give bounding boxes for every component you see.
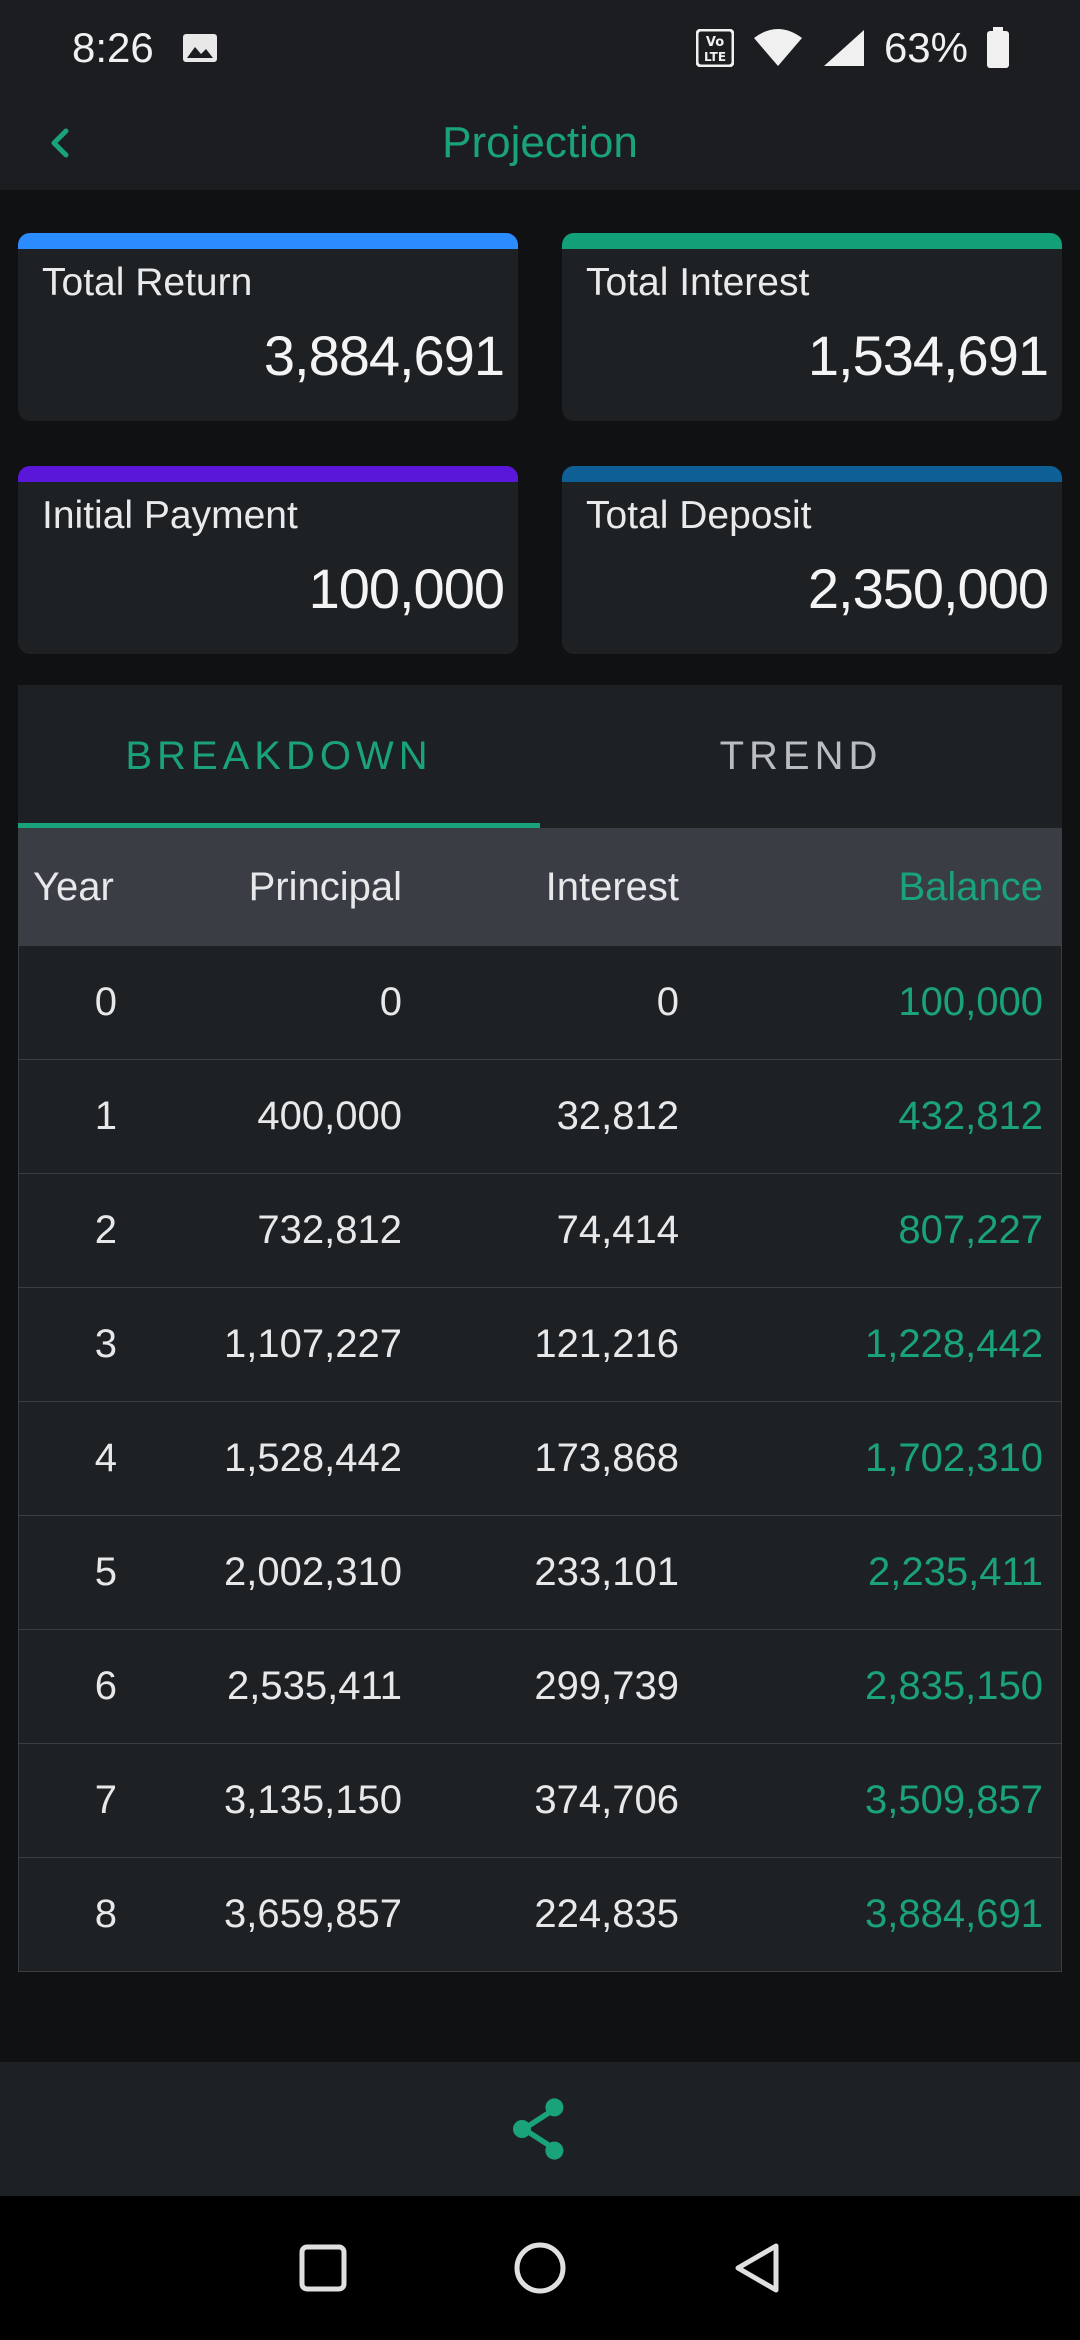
card-initial-payment: Initial Payment 100,000 <box>18 466 518 654</box>
chevron-left-icon <box>51 128 69 158</box>
status-time: 8:26 <box>72 23 154 71</box>
tab-trend[interactable]: TREND <box>540 685 1062 828</box>
tab-breakdown[interactable]: BREAKDOWN <box>18 685 540 828</box>
table-row: 6 2,535,411 299,739 2,835,150 <box>19 1629 1061 1743</box>
cell-interest: 173,868 <box>534 1436 679 1480</box>
cell-year: 2 <box>94 1208 117 1252</box>
svg-text:LTE: LTE <box>704 50 726 64</box>
tab-label: BREAKDOWN <box>125 734 433 778</box>
back-button[interactable] <box>30 113 90 173</box>
battery-icon <box>986 26 1010 69</box>
cell-interest: 32,812 <box>556 1094 679 1138</box>
cell-balance: 2,835,150 <box>865 1664 1043 1708</box>
table-row: 7 3,135,150 374,706 3,509,857 <box>19 1743 1061 1857</box>
cell-interest: 299,739 <box>534 1664 679 1708</box>
cell-balance: 807,227 <box>898 1208 1043 1252</box>
signal-icon <box>822 28 866 68</box>
cell-year: 4 <box>94 1436 117 1480</box>
circle-icon <box>514 2242 566 2294</box>
triangle-back-icon <box>735 2243 779 2293</box>
share-icon <box>513 2098 564 2160</box>
card-value: 1,534,691 <box>807 324 1049 387</box>
cell-principal: 1,528,442 <box>224 1436 402 1480</box>
card-value: 100,000 <box>308 557 505 620</box>
cell-year: 6 <box>94 1664 117 1708</box>
table-row: 8 3,659,857 224,835 3,884,691 <box>19 1857 1061 1971</box>
cell-balance: 1,228,442 <box>865 1322 1043 1366</box>
cell-balance: 3,884,691 <box>865 1892 1043 1936</box>
cell-year: 3 <box>94 1322 117 1366</box>
cell-year: 1 <box>94 1094 117 1138</box>
share-button[interactable] <box>500 2089 580 2169</box>
card-accent-bar <box>562 233 1062 249</box>
cell-principal: 3,659,857 <box>224 1892 402 1936</box>
cell-principal: 3,135,150 <box>224 1778 402 1822</box>
cell-interest: 233,101 <box>534 1550 679 1594</box>
card-total-deposit: Total Deposit 2,350,000 <box>562 466 1062 654</box>
cell-balance: 1,702,310 <box>865 1436 1043 1480</box>
card-value: 3,884,691 <box>263 324 505 387</box>
header-interest: Interest <box>545 864 679 909</box>
cell-principal: 732,812 <box>257 1208 402 1252</box>
card-accent-bar <box>562 466 1062 482</box>
cell-interest: 0 <box>656 980 679 1024</box>
card-total-return: Total Return 3,884,691 <box>18 233 518 421</box>
card-accent-bar <box>18 466 518 482</box>
table-row: 1 400,000 32,812 432,812 <box>19 1059 1061 1173</box>
cell-year: 7 <box>94 1778 117 1822</box>
projection-panel: BREAKDOWN TREND Year Principal Interest … <box>18 685 1062 1972</box>
card-label: Initial Payment <box>42 494 298 537</box>
card-label: Total Interest <box>586 261 810 304</box>
cell-principal: 1,107,227 <box>224 1322 402 1366</box>
cell-year: 8 <box>94 1892 117 1936</box>
card-value: 2,350,000 <box>807 557 1049 620</box>
cell-balance: 2,235,411 <box>868 1550 1043 1594</box>
card-label: Total Return <box>42 261 253 304</box>
table-row: 5 2,002,310 233,101 2,235,411 <box>19 1515 1061 1629</box>
table-row: 0 0 0 100,000 <box>19 945 1061 1059</box>
image-icon <box>182 33 218 63</box>
recents-button[interactable] <box>288 2233 358 2303</box>
home-button[interactable] <box>505 2233 575 2303</box>
breakdown-table: Year Principal Interest Balance 0 0 0 100,0… <box>18 828 1062 1972</box>
square-icon <box>299 2244 347 2292</box>
cell-principal: 2,002,310 <box>224 1550 402 1594</box>
table-body: 0 0 0 100,000 1 400,000 32,812 432,812 2 732,812 7… <box>19 945 1061 1971</box>
tab-label: TREND <box>719 734 883 778</box>
cell-year: 0 <box>94 980 117 1024</box>
volte-icon: Vo LTE <box>695 28 735 67</box>
cell-interest: 121,216 <box>534 1322 679 1366</box>
page-title: Projection <box>442 117 638 167</box>
system-nav-bar <box>0 2196 1080 2340</box>
header-balance: Balance <box>898 864 1043 909</box>
card-total-interest: Total Interest 1,534,691 <box>562 233 1062 421</box>
card-label: Total Deposit <box>586 494 812 537</box>
cell-interest: 374,706 <box>534 1778 679 1822</box>
cell-balance: 432,812 <box>898 1094 1043 1138</box>
header-year: Year <box>33 864 114 909</box>
cell-principal: 400,000 <box>257 1094 402 1138</box>
cell-year: 5 <box>94 1550 117 1594</box>
svg-text:Vo: Vo <box>706 35 724 50</box>
wifi-icon <box>752 28 804 68</box>
header-principal: Principal <box>248 864 402 909</box>
card-accent-bar <box>18 233 518 249</box>
table-row: 4 1,528,442 173,868 1,702,310 <box>19 1401 1061 1515</box>
cell-interest: 74,414 <box>556 1208 679 1252</box>
table-header: Year Principal Interest Balance <box>19 829 1061 945</box>
table-row: 3 1,107,227 121,216 1,228,442 <box>19 1287 1061 1401</box>
tab-bar: BREAKDOWN TREND <box>18 685 1062 828</box>
status-bar: 8:26 Vo LTE 63% <box>0 0 1080 95</box>
battery-percent: 63% <box>883 23 968 71</box>
bottom-action-bar <box>0 2062 1080 2196</box>
app-bar: Projection <box>0 95 1080 190</box>
cell-principal: 0 <box>379 980 402 1024</box>
cell-balance: 100,000 <box>898 980 1043 1024</box>
back-nav-button[interactable] <box>722 2233 792 2303</box>
table-row: 2 732,812 74,414 807,227 <box>19 1173 1061 1287</box>
cell-balance: 3,509,857 <box>865 1778 1043 1822</box>
cell-interest: 224,835 <box>534 1892 679 1936</box>
cell-principal: 2,535,411 <box>227 1664 402 1708</box>
